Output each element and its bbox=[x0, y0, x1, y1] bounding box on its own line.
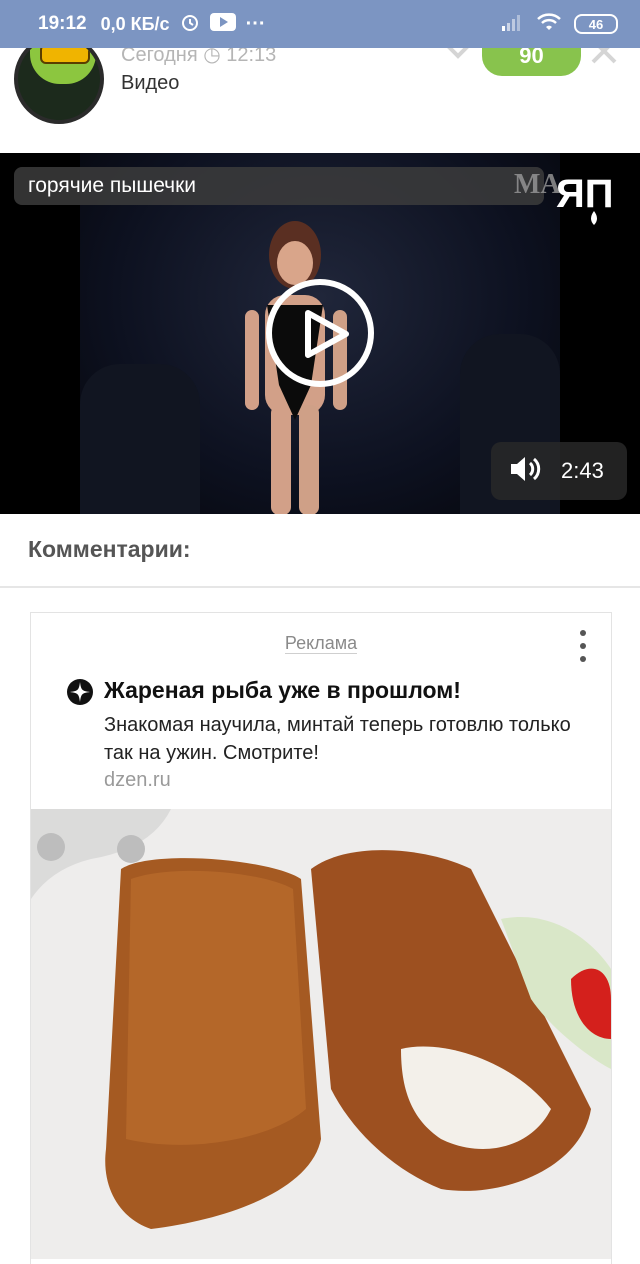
svg-text:МА: МА bbox=[514, 169, 561, 200]
video-controls[interactable]: 2:43 bbox=[491, 442, 627, 500]
ad-label: Реклама bbox=[284, 633, 358, 654]
more-options-icon[interactable] bbox=[576, 627, 590, 667]
zen-icon bbox=[67, 679, 93, 705]
post-type: Видео bbox=[121, 72, 180, 94]
comments-title: Комментарии: bbox=[28, 536, 191, 562]
status-bar: 19:12 0,0 КБ/с ··· 46 bbox=[0, 0, 640, 48]
ad-card[interactable]: Реклама Жареная рыба уже в прошлом! Знак… bbox=[30, 612, 612, 1264]
ad-image[interactable] bbox=[31, 809, 611, 1259]
youtube-icon bbox=[209, 12, 236, 36]
status-time: 19:12 bbox=[38, 13, 87, 34]
wifi-icon bbox=[536, 12, 562, 37]
status-more: ··· bbox=[245, 12, 266, 35]
video-duration: 2:43 bbox=[561, 458, 604, 483]
volume-icon[interactable] bbox=[509, 454, 543, 489]
ad-source[interactable]: dzen.ru bbox=[104, 769, 171, 792]
post-header: Сегодня ◷ 12:13 Видео 90 bbox=[0, 34, 640, 152]
play-button[interactable] bbox=[266, 279, 374, 387]
signal-icon bbox=[502, 13, 524, 36]
channel-logo: МА ЯП bbox=[514, 161, 626, 231]
battery-icon: 46 bbox=[574, 14, 618, 34]
svg-text:ЯП: ЯП bbox=[556, 172, 614, 216]
video-player[interactable]: горячие пышечки МА ЯП 2:43 bbox=[0, 153, 640, 514]
video-title: горячие пышечки bbox=[14, 167, 544, 205]
status-network-speed: 0,0 КБ/с bbox=[100, 13, 170, 34]
ad-text: Знакомая научила, минтай теперь готовлю … bbox=[104, 714, 571, 764]
alarm-icon bbox=[180, 12, 200, 37]
ad-title[interactable]: Жареная рыба уже в прошлом! bbox=[104, 677, 461, 704]
divider bbox=[0, 586, 640, 588]
